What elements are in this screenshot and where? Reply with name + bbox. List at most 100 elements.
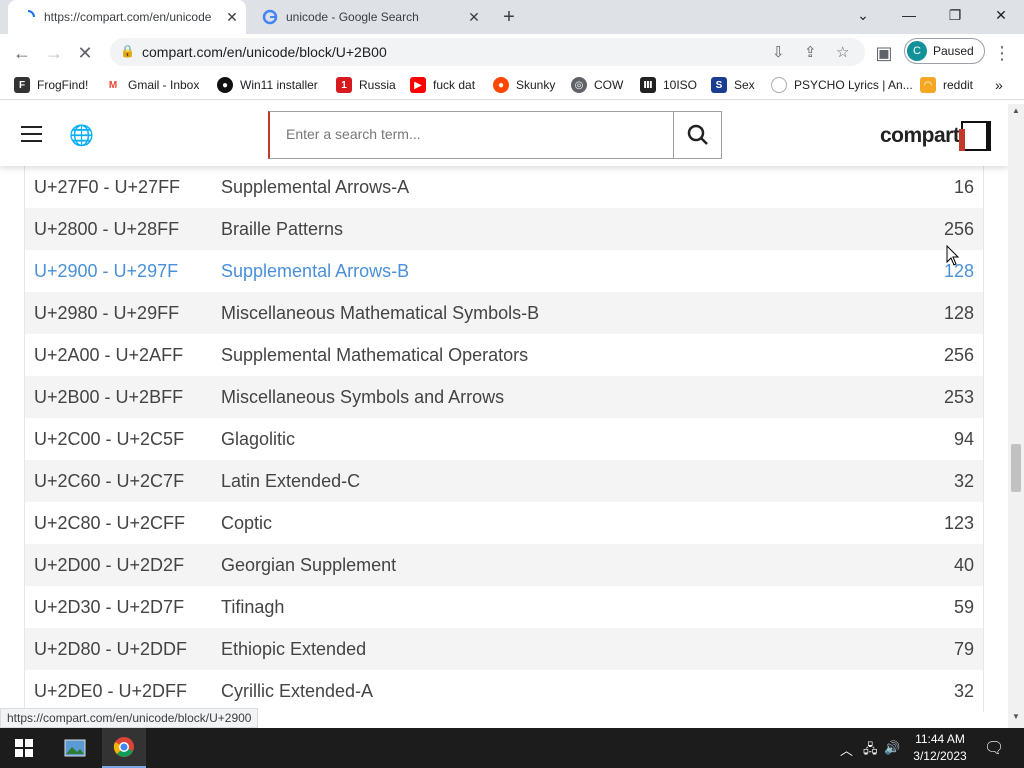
block-count: 128 [943,302,974,323]
star-icon[interactable]: ☆ [836,43,849,61]
browser-toolbar: ← → ✕ 🔒 compart.com/en/unicode/block/U+2… [0,34,1024,70]
restore-button[interactable]: ❐ [932,0,978,30]
table-row[interactable]: U+2B00 - U+2BFF Miscellaneous Symbols and… [25,376,983,418]
block-name: Braille Patterns [221,218,344,239]
notifications-icon[interactable]: 🗨 [984,738,1004,758]
bookmark-russia[interactable]: 1 Russia [336,77,396,93]
windows-icon [15,739,33,757]
block-range: U+2C60 - U+2C7F [34,470,185,491]
hamburger-menu-icon[interactable] [21,126,42,142]
table-row[interactable]: U+2D00 - U+2D2F Georgian Supplement 40 [25,544,983,586]
table-row[interactable]: U+2DE0 - U+2DFF Cyrillic Extended-A 32 [25,670,983,712]
block-count: 40 [953,554,974,575]
tab-search-icon[interactable]: ⌄ [840,0,886,30]
table-row[interactable]: U+2A00 - U+2AFF Supplemental Mathematical… [25,334,983,376]
youtube-icon: ▶ [410,77,426,93]
side-panel-icon[interactable]: ▣ [873,42,895,64]
page-scrollbar[interactable]: ▲ ▼ [1008,104,1024,728]
block-name: Georgian Supplement [221,554,397,575]
bookmarks-bar: F FrogFind! M Gmail - Inbox ● Win11 install… [0,70,1024,100]
bookmark-cow[interactable]: ◎ COW [571,77,623,93]
taskbar-photos[interactable] [54,728,96,768]
tab-google[interactable]: unicode - Google Search ✕ [250,0,488,34]
block-name: Supplemental Arrows-B [221,260,410,281]
bookmark-10iso[interactable]: Ⅲ 10ISO [640,77,697,93]
block-range: U+2C00 - U+2C5F [34,428,185,449]
loading-spinner-icon [27,10,35,18]
block-name: Tifinagh [221,596,285,617]
tab-compart[interactable]: https://compart.com/en/unicode ✕ [8,0,246,34]
table-row[interactable]: U+2D30 - U+2D7F Tifinagh 59 [25,586,983,628]
back-button[interactable]: ← [11,42,33,64]
bookmark-psycho[interactable]: PSYCHO Lyrics | An... [771,77,913,93]
bookmark-gmail[interactable]: M Gmail - Inbox [105,77,199,93]
address-url[interactable]: compart.com/en/unicode/block/U+2B00 [142,44,387,60]
table-row[interactable]: U+2C80 - U+2CFF Coptic 123 [25,502,983,544]
menu-icon[interactable]: ⋮ [991,42,1013,64]
scroll-down-icon[interactable]: ▼ [1008,712,1024,726]
page-icon [771,77,787,93]
language-globe-icon[interactable]: 🌐 [69,123,94,148]
github-icon: ● [217,77,233,93]
share-icon[interactable]: ⇪ [804,43,817,61]
compart-logo[interactable]: compart [880,121,992,151]
site-search [268,111,722,159]
gmail-icon: M [105,77,121,93]
block-name: Supplemental Arrows-A [221,176,410,197]
close-tab-icon[interactable]: ✕ [464,9,484,26]
table-row[interactable]: U+2980 - U+29FF Miscellaneous Mathematica… [25,292,983,334]
table-row[interactable]: U+2D80 - U+2DDF Ethiopic Extended 79 [25,628,983,670]
bookmark-reddit[interactable]: ◠ reddit [920,77,973,93]
block-count: 123 [943,512,974,533]
google-icon [262,9,278,25]
photos-icon [64,739,86,757]
block-range: U+2C80 - U+2CFF [34,512,186,533]
block-range: U+27F0 - U+27FF [34,176,181,197]
frog-icon: F [14,77,30,93]
volume-icon[interactable]: 🔊 [884,740,900,756]
scrollbar-thumb[interactable] [1011,444,1021,492]
block-name: Coptic [221,512,273,533]
close-window-button[interactable]: ✕ [978,0,1024,30]
block-count: 32 [953,680,974,701]
minimize-button[interactable]: — [886,0,932,30]
building-icon: Ⅲ [640,77,656,93]
block-name: Ethiopic Extended [221,638,367,659]
close-tab-icon[interactable]: ✕ [222,9,242,26]
web-page: 🌐 compart U+27F0 - U+27FF Supplemental Ar… [0,104,1008,728]
more-bookmarks-icon[interactable]: » [995,77,1003,93]
block-range: U+2DE0 - U+2DFF [34,680,188,701]
forward-button[interactable]: → [43,42,65,64]
address-bar[interactable]: 🔒 compart.com/en/unicode/block/U+2B00 ⇩ … [110,38,865,66]
stop-button[interactable]: ✕ [74,42,96,64]
table-row[interactable]: U+2C00 - U+2C5F Glagolitic 94 [25,418,983,460]
show-hidden-icons-icon[interactable]: ︿ [840,740,853,759]
bookmark-frogfind[interactable]: F FrogFind! [14,77,88,93]
s-icon: S [711,77,727,93]
taskbar-chrome[interactable] [102,728,146,768]
table-row[interactable]: U+27F0 - U+27FF Supplemental Arrows-A 16 [25,166,983,208]
status-bar-url: https://compart.com/en/unicode/block/U+2… [0,708,259,728]
start-button[interactable] [0,728,48,768]
table-row[interactable]: U+2900 - U+297F Supplemental Arrows-B 128 [25,250,983,292]
table-row[interactable]: U+2800 - U+28FF Braille Patterns 256 [25,208,983,250]
block-count: 128 [943,260,974,281]
block-name: Glagolitic [221,428,296,449]
bookmark-fuckdat[interactable]: ▶ fuck dat [410,77,475,93]
install-icon[interactable]: ⇩ [772,43,785,61]
new-tab-button[interactable]: + [498,6,520,29]
scroll-up-icon[interactable]: ▲ [1008,106,1024,120]
mouse-cursor-icon [946,245,960,266]
network-icon[interactable]: 🖧 [863,740,878,762]
search-input[interactable] [286,126,666,142]
block-count: 16 [953,176,974,197]
block-count: 256 [943,218,974,239]
system-clock[interactable]: 11:44 AM 3/12/2023 [904,731,976,765]
profile-button[interactable]: C Paused [904,38,985,64]
bookmark-sex[interactable]: S Sex [711,77,755,93]
table-row[interactable]: U+2C60 - U+2C7F Latin Extended-C 32 [25,460,983,502]
bookmark-skunky[interactable]: ● Skunky [493,77,555,93]
search-button[interactable] [673,112,721,158]
bookmark-win11[interactable]: ● Win11 installer [217,77,318,93]
block-name: Supplemental Mathematical Operators [221,344,529,365]
